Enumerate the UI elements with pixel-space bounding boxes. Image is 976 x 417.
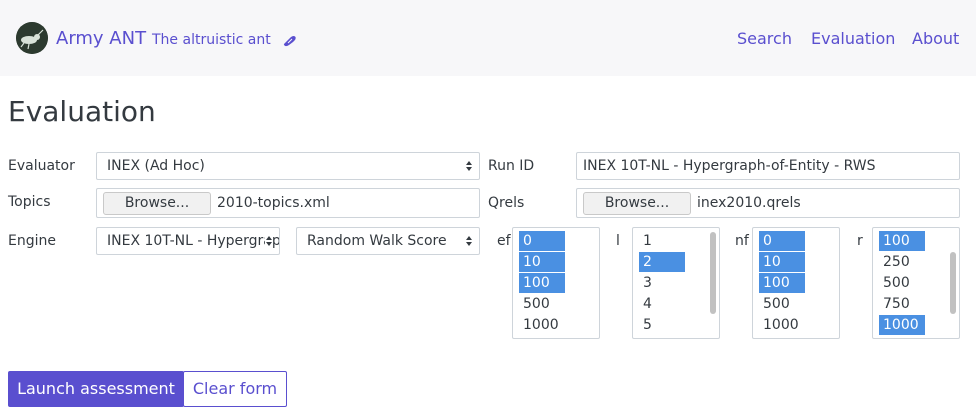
nf-listbox[interactable]: 0 10 100 500 1000 [752,227,840,339]
nav-search[interactable]: Search [737,29,792,48]
evaluator-select[interactable]: INEX (Ad Hoc) [96,152,480,180]
l-option[interactable]: 5 [639,315,685,335]
r-option[interactable]: 500 [879,273,925,293]
infinity-icon [282,32,298,47]
qrels-browse-button[interactable]: Browse... [583,192,691,215]
l-option[interactable]: 2 [639,252,685,272]
nf-option[interactable]: 10 [759,252,805,272]
updown-caret-icon [265,235,273,247]
r-option[interactable]: 250 [879,252,925,272]
nf-option[interactable]: 1000 [759,315,805,335]
r-option[interactable]: 750 [879,294,925,314]
engine-select[interactable]: INEX 10T-NL - Hypergraph [96,227,280,255]
topics-browse-button[interactable]: Browse... [103,192,211,215]
l-option[interactable]: 4 [639,294,685,314]
run-id-label: Run ID [488,158,535,174]
qrels-label: Qrels [488,195,525,211]
clear-form-button[interactable]: Clear form [183,371,287,407]
r-option[interactable]: 1000 [879,315,925,335]
r-option[interactable]: 100 [879,231,925,251]
r-scrollbar[interactable] [950,252,956,314]
run-id-input[interactable]: INEX 10T-NL - Hypergraph-of-Entity - RWS [576,152,960,180]
topics-file-input: Browse... 2010-topics.xml [96,188,480,218]
ranking-function-value: Random Walk Score [307,233,447,249]
ef-label: ef [497,233,511,249]
ef-option[interactable]: 500 [519,294,565,314]
ef-option[interactable]: 100 [519,273,565,293]
r-label: r [857,233,863,249]
navbar: Army ANT The altruistic ant Search Evalu… [0,0,976,76]
topics-label: Topics [8,194,51,210]
l-label: l [616,233,620,249]
nav-evaluation[interactable]: Evaluation [811,29,895,48]
topics-file-name: 2010-topics.xml [217,195,330,211]
ef-option[interactable]: 10 [519,252,565,272]
engine-value: INEX 10T-NL - Hypergraph [107,233,280,249]
ef-option[interactable]: 0 [519,231,565,251]
nav-about[interactable]: About [912,29,959,48]
updown-caret-icon [466,161,472,171]
launch-assessment-button[interactable]: Launch assessment [8,371,184,407]
qrels-file-name: inex2010.qrels [697,195,801,211]
ef-option[interactable]: 1000 [519,315,565,335]
l-option[interactable]: 1 [639,231,685,251]
nf-option[interactable]: 100 [759,273,805,293]
ant-logo-icon[interactable] [16,22,48,54]
qrels-file-input: Browse... inex2010.qrels [576,188,960,218]
evaluator-value: INEX (Ad Hoc) [107,158,205,174]
engine-label: Engine [8,233,56,249]
l-scrollbar[interactable] [710,232,716,314]
updown-caret-icon [466,236,472,246]
nf-option[interactable]: 500 [759,294,805,314]
ranking-function-select[interactable]: Random Walk Score [296,227,480,255]
l-listbox[interactable]: 12345 [632,227,720,339]
brand-tagline: The altruistic ant [152,32,271,48]
nf-label: nf [735,233,749,249]
nf-option[interactable]: 0 [759,231,805,251]
evaluator-label: Evaluator [8,158,75,174]
page-title: Evaluation [8,95,156,128]
l-option[interactable]: 3 [639,273,685,293]
r-listbox[interactable]: 100 250 500 750 1000 [872,227,960,339]
ef-listbox[interactable]: 0 10 100 500 1000 [512,227,600,339]
brand-link[interactable]: Army ANT [56,28,146,49]
